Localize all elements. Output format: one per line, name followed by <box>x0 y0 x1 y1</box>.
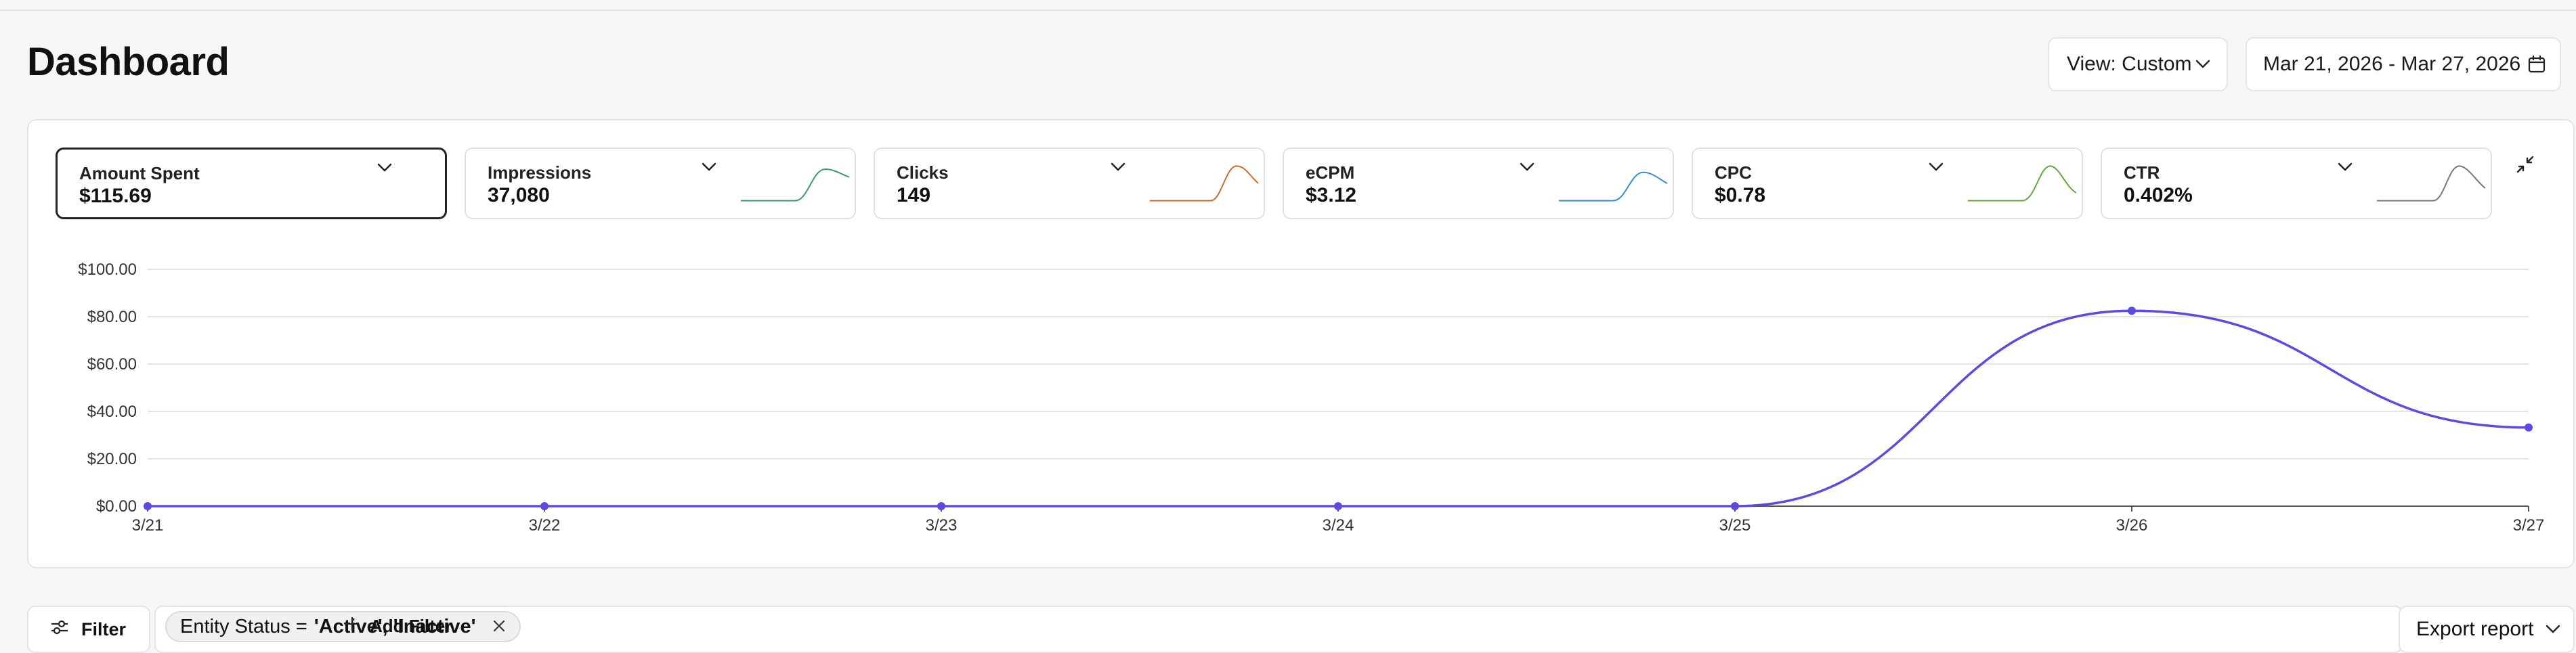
filter-button[interactable]: Filter <box>27 606 150 653</box>
y-tick-label: $60.00 <box>87 355 137 374</box>
y-tick-label: $80.00 <box>87 308 137 326</box>
filter-button-label: Filter <box>81 618 127 639</box>
x-tick-label: 3/25 <box>1719 516 1751 535</box>
x-tick-label: 3/21 <box>132 516 164 535</box>
x-tick-label: 3/23 <box>926 516 958 535</box>
top-divider <box>0 0 2576 11</box>
export-report-label: Export report <box>2416 618 2534 640</box>
add-filter-label: Add Filter <box>370 616 452 636</box>
view-select-label: View: Custom <box>2067 53 2192 75</box>
data-point <box>540 502 549 510</box>
x-tick-label: 3/22 <box>529 516 561 535</box>
y-tick-label: $100.00 <box>78 261 137 279</box>
filter-bar: Filter Entity Status = 'Active', 'Inacti… <box>27 606 2575 653</box>
x-tick-label: 3/26 <box>2116 516 2148 535</box>
date-range-label: Mar 21, 2026 - Mar 27, 2026 <box>2263 53 2521 75</box>
data-point <box>2128 307 2136 315</box>
y-tick-label: $20.00 <box>87 450 137 468</box>
export-report-button[interactable]: Export report <box>2399 606 2575 653</box>
calendar-icon <box>2527 55 2546 74</box>
close-icon[interactable] <box>492 616 506 638</box>
data-point <box>1334 502 1342 510</box>
x-tick-label: 3/24 <box>1323 516 1354 535</box>
data-point <box>144 502 152 510</box>
data-point <box>1731 502 1739 510</box>
data-point <box>2525 423 2533 432</box>
date-range-picker[interactable]: Mar 21, 2026 - Mar 27, 2026 <box>2246 37 2561 91</box>
plus-icon <box>344 616 360 637</box>
y-tick-label: $0.00 <box>96 497 137 516</box>
sliders-icon <box>50 619 69 640</box>
data-point <box>937 502 945 510</box>
chevron-down-icon <box>2546 625 2560 634</box>
x-tick-label: 3/27 <box>2513 516 2545 535</box>
spend-line-chart: $0.00 $20.00 $40.00 $60.00 $80.00 $100.00 3/21… <box>78 261 2545 535</box>
page-title: Dashboard <box>27 40 230 84</box>
filter-chip-key: Entity Status = <box>180 615 307 637</box>
dashboard-panel: Amount Spent $115.69 Impressions 37,080 Clic… <box>27 119 2575 568</box>
view-select-button[interactable]: View: Custom <box>2048 37 2228 91</box>
filter-chip-entity-status[interactable]: Entity Status = 'Active', 'Inactive' <box>165 611 521 642</box>
y-tick-label: $40.00 <box>87 403 137 421</box>
filter-area: Entity Status = 'Active', 'Inactive' Add… <box>154 606 2403 653</box>
series-line <box>148 309 2529 508</box>
add-filter-button[interactable]: Add Filter <box>344 616 452 637</box>
chevron-down-icon <box>2195 60 2210 69</box>
